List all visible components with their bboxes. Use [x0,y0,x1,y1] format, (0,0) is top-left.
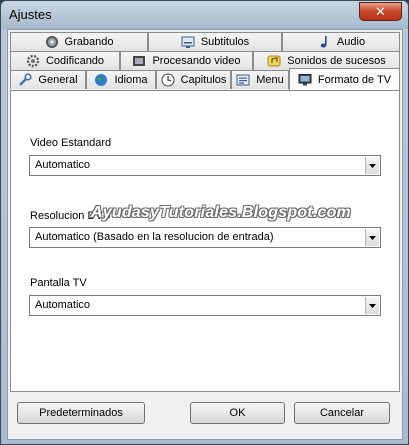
dropdown-arrow-icon[interactable] [365,157,379,174]
tab-label: General [38,74,78,86]
wrench-icon [18,73,33,87]
tab-label: Subtitulos [200,36,250,48]
clock-icon [161,73,175,87]
video-standard-label: Video Estandard [30,137,112,149]
sounds-icon [267,54,281,68]
music-note-icon [317,35,331,49]
tab-label: Sonidos de sucesos [287,55,386,67]
tab-capitulos[interactable]: Capitulos [156,70,231,89]
film-icon [132,54,146,68]
dvd-resolution-dropdown[interactable]: Automatico (Basado en la resolucion de e… [29,227,381,248]
dropdown-arrow-icon[interactable] [365,297,379,314]
tab-subtitulos[interactable]: Subtitulos [148,32,282,51]
tab-panel-formato-de-tv: Video Estandard Automatico Resolucion DV… [10,90,400,392]
tab-label: Capitulos [180,74,227,86]
video-standard-value: Automatico [35,159,91,171]
tv-screen-dropdown[interactable]: Automatico [29,295,381,316]
close-button[interactable]: ✕ [359,2,402,21]
watermark-text: AyudasyTutoriales.Blogspot.com [91,204,351,221]
monitor-icon [298,73,312,87]
tab-procesando-video[interactable]: Procesando video [120,51,253,70]
tab-menu[interactable]: Menu [231,70,289,89]
cancel-button[interactable]: Cancelar [294,402,390,424]
tab-idioma[interactable]: Idioma [86,70,156,89]
cd-burn-icon [45,35,59,49]
tab-label: Audio [336,36,366,48]
tab-label: Procesando video [152,55,241,67]
dialog-body: Grabando Subtitulos Audio Codificando Pr… [7,29,403,440]
tab-grabando[interactable]: Grabando [10,32,148,51]
window-title: Ajustes [9,7,52,22]
subtitles-icon [181,35,195,49]
dvd-resolution-value: Automatico (Basado en la resolucion de e… [35,231,274,243]
menu-icon [236,73,250,87]
settings-window: Ajustes ✕ Grabando Subtitulos Audio Codi… [0,0,409,445]
tab-label: Formato de TV [317,73,392,86]
ok-button[interactable]: OK [190,402,285,424]
tab-label: Codificando [45,55,105,67]
tab-formato-de-tv[interactable]: Formato de TV [289,68,400,90]
tab-codificando[interactable]: Codificando [10,51,120,70]
video-standard-dropdown[interactable]: Automatico [29,155,381,176]
defaults-button[interactable]: Predeterminados [17,402,145,424]
tv-screen-label: Pantalla TV [30,277,87,289]
title-bar[interactable]: Ajustes ✕ [1,1,408,29]
close-icon: ✕ [375,3,386,19]
globe-icon [94,73,108,87]
tv-screen-value: Automatico [35,299,91,311]
tab-label: Grabando [64,36,114,48]
gear-icon [26,54,40,68]
tab-label: Menu [256,74,284,86]
tab-general[interactable]: General [10,70,86,89]
dropdown-arrow-icon[interactable] [365,229,379,246]
tab-label: Idioma [114,74,148,86]
tab-audio[interactable]: Audio [282,32,400,51]
